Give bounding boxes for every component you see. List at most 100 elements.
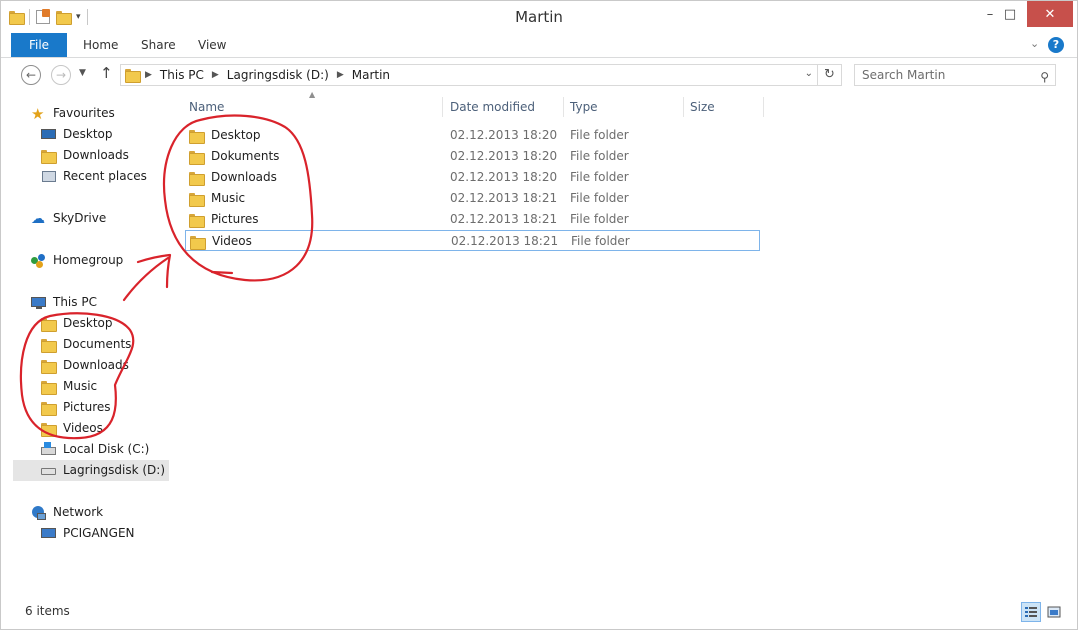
address-bar[interactable]: ▶ This PC ▶ Lagringsdisk (D:) ▶ Martin ⌄ [120,64,818,86]
nav-label: Desktop [63,127,113,141]
breadcrumb-lagringsdisk[interactable]: Lagringsdisk (D:) [227,68,329,82]
file-row[interactable]: Dokuments 02.12.2013 18:20 File folder [185,146,760,167]
details-view-button[interactable] [1021,602,1041,622]
file-name: Music [211,191,246,205]
nav-label: This PC [53,295,97,309]
drive-icon [41,463,57,479]
details-view-icon [1025,607,1037,617]
desktop-icon [41,127,57,143]
refresh-button[interactable]: ↻ [818,64,842,86]
file-name-cell: Pictures [189,209,259,230]
nav-this-pc-videos[interactable]: Videos [41,418,103,439]
nav-this-pc-desktop[interactable]: Desktop [41,313,113,334]
file-name-cell: Desktop [189,125,261,146]
nav-homegroup[interactable]: Homegroup [31,250,123,271]
file-name: Pictures [211,212,259,226]
file-name-cell: Downloads [189,167,277,188]
chevron-down-icon[interactable]: ⌄ [805,68,813,79]
refresh-icon: ↻ [824,67,835,82]
search-input[interactable]: Search Martin ⚲ [854,64,1056,86]
arrow-up-icon: ↑ [100,64,113,82]
large-icons-view-button[interactable] [1044,602,1064,622]
recent-places-icon [41,169,57,185]
nav-lagringsdisk-d[interactable]: Lagringsdisk (D:) [13,460,169,481]
file-row[interactable]: Downloads 02.12.2013 18:20 File folder [185,167,760,188]
nav-network[interactable]: Network [31,502,103,523]
nav-this-pc-music[interactable]: Music [41,376,97,397]
file-row-focused[interactable]: Videos 02.12.2013 18:21 File folder [185,230,760,251]
column-header-date-modified[interactable]: Date modified [444,97,564,117]
tab-file[interactable]: File [11,33,67,57]
nav-label: Desktop [63,316,113,330]
folder-icon [189,192,205,207]
nav-favourites-recent-places[interactable]: Recent places [41,166,147,187]
nav-this-pc-pictures[interactable]: Pictures [41,397,111,418]
nav-label: Videos [63,421,103,435]
file-row[interactable]: Pictures 02.12.2013 18:21 File folder [185,209,760,230]
folder-icon [189,129,205,144]
status-bar: 6 items [1,601,1077,623]
nav-label: Music [63,379,98,393]
column-header-name[interactable]: Name [183,97,443,117]
nav-this-pc[interactable]: This PC [31,292,97,313]
file-date-cell: 02.12.2013 18:21 [450,191,558,205]
file-name: Dokuments [211,149,280,163]
nav-label: Homegroup [53,253,124,267]
nav-this-pc-documents[interactable]: Documents [41,334,131,355]
recent-locations-dropdown[interactable]: ▼ [79,68,86,78]
ribbon-tabs: File Home Share View ⌄ ? [1,33,1077,58]
item-count: 6 items [25,604,70,618]
nav-skydrive[interactable]: ☁ SkyDrive [31,208,106,229]
nav-favourites-downloads[interactable]: Downloads [41,145,129,166]
nav-favourites[interactable]: ★ Favourites [31,103,115,124]
nav-label: Downloads [63,358,129,372]
expand-ribbon-icon[interactable]: ⌄ [1030,37,1039,50]
chevron-right-icon[interactable]: ▶ [145,70,152,80]
navigation-bar: ← → ▼ ↑ ▶ This PC ▶ Lagringsdisk (D:) ▶ … [1,59,1077,91]
nav-label: Pictures [63,400,111,414]
file-name: Videos [212,234,252,248]
up-button[interactable]: ↑ [100,64,113,82]
star-icon: ★ [31,104,45,123]
computer-icon [41,526,57,542]
forward-button[interactable]: → [51,65,71,85]
tab-share[interactable]: Share [127,33,190,57]
chevron-right-icon[interactable]: ▶ [337,70,344,80]
nav-label: Documents [63,337,132,351]
close-button[interactable]: ✕ [1027,1,1073,27]
music-folder-icon [41,379,57,395]
nav-label: Lagringsdisk (D:) [63,463,166,477]
file-type-cell: File folder [570,212,629,226]
column-header-type[interactable]: Type [564,97,684,117]
cloud-icon: ☁ [31,210,45,227]
file-name: Desktop [211,128,261,142]
downloads-icon [41,148,57,164]
nav-label: Local Disk (C:) [63,442,150,456]
desktop-folder-icon [41,316,57,332]
column-header-size[interactable]: Size [684,97,764,117]
file-type-cell: File folder [570,128,629,142]
maximize-button[interactable]: □ [995,1,1025,27]
file-row[interactable]: Music 02.12.2013 18:21 File folder [185,188,760,209]
nav-label: PCIGANGEN [63,526,135,540]
breadcrumb-this-pc[interactable]: This PC [160,68,204,82]
nav-network-pcigangen[interactable]: PCIGANGEN [41,523,135,544]
nav-favourites-desktop[interactable]: Desktop [41,124,113,145]
nav-label: Favourites [53,106,115,120]
help-icon[interactable]: ? [1048,37,1064,53]
nav-label: Downloads [63,148,129,162]
breadcrumb-martin[interactable]: Martin [352,68,390,82]
tab-view[interactable]: View [184,33,240,57]
tab-home[interactable]: Home [69,33,132,57]
file-type-cell: File folder [570,149,629,163]
nav-this-pc-downloads[interactable]: Downloads [41,355,129,376]
file-type-cell: File folder [570,191,629,205]
search-icon: ⚲ [1040,70,1049,84]
file-row[interactable]: Desktop 02.12.2013 18:20 File folder [185,125,760,146]
chevron-right-icon[interactable]: ▶ [212,70,219,80]
file-type-cell: File folder [571,234,630,248]
file-date-cell: 02.12.2013 18:20 [450,128,558,142]
back-button[interactable]: ← [21,65,41,85]
nav-local-disk-c[interactable]: Local Disk (C:) [41,439,149,460]
folder-icon [190,235,206,250]
